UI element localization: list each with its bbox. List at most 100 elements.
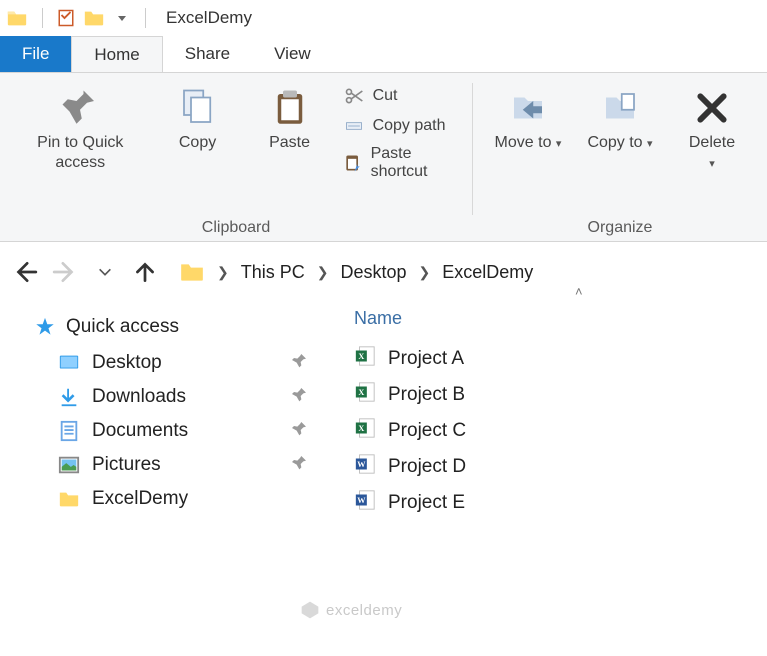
svg-text:X: X <box>358 388 364 397</box>
file-row[interactable]: X Project A <box>344 341 767 377</box>
ribbon-group-organize: Move to ▾ Copy to ▾ Delete ▾ Organize <box>477 81 763 241</box>
watermark: exceldemy <box>300 600 402 620</box>
sidebar-item-documents[interactable]: Documents <box>34 414 334 448</box>
folder-icon <box>179 259 205 285</box>
ribbon-tabs: File Home Share View <box>0 36 767 72</box>
file-name: Project E <box>388 492 465 514</box>
separator <box>42 8 43 28</box>
content-area: ˄ Name XProject AXProject BXProject CWPr… <box>344 302 767 521</box>
recent-locations-button[interactable] <box>90 257 120 287</box>
file-row[interactable]: X Project B <box>344 377 767 413</box>
sidebar-item-downloads[interactable]: Downloads <box>34 380 334 414</box>
tab-share[interactable]: Share <box>163 36 252 72</box>
clipboard-small-buttons: Cut Copy path Paste shortcut <box>343 81 457 181</box>
window-title: ExcelDemy <box>166 8 252 28</box>
word-icon: W <box>354 453 376 481</box>
sidebar-item-label: Desktop <box>92 352 162 374</box>
navigation-bar: ❯ This PC ❯ Desktop ❯ ExcelDemy <box>0 242 767 302</box>
copy-to-icon <box>599 85 641 131</box>
pictures-icon <box>58 454 80 476</box>
back-button[interactable] <box>10 257 40 287</box>
move-to-label: Move to <box>495 134 552 151</box>
documents-icon <box>58 420 80 442</box>
scissors-icon <box>343 85 365 107</box>
pin-to-quick-access-button[interactable]: Pin to Quick access <box>16 81 145 173</box>
sidebar-item-label: Downloads <box>92 386 186 408</box>
chevron-right-icon[interactable]: ❯ <box>317 264 329 281</box>
breadcrumb-this-pc[interactable]: This PC <box>241 262 305 283</box>
chevron-down-icon: ▾ <box>556 138 562 150</box>
file-row[interactable]: X Project C <box>344 413 767 449</box>
copy-button[interactable]: Copy <box>159 81 237 153</box>
sidebar-item-label: Documents <box>92 420 188 442</box>
pin-icon <box>292 352 308 374</box>
sidebar-item-exceldemy[interactable]: ExcelDemy <box>34 482 334 516</box>
chevron-down-icon[interactable] <box>113 9 131 27</box>
paste-shortcut-label: Paste shortcut <box>371 145 457 181</box>
copy-to-label: Copy to <box>587 134 642 151</box>
delete-label: Delete <box>689 134 735 151</box>
new-folder-icon[interactable] <box>83 7 105 29</box>
pin-label: Pin to Quick access <box>20 133 141 173</box>
sidebar-item-label: ExcelDemy <box>92 488 188 510</box>
chevron-right-icon[interactable]: ❯ <box>419 264 431 281</box>
ribbon: Pin to Quick access Copy Paste <box>0 72 767 242</box>
delete-button[interactable]: Delete ▾ <box>673 81 751 173</box>
chevron-down-icon: ▾ <box>709 158 715 170</box>
paste-button[interactable]: Paste <box>251 81 329 153</box>
chevron-down-icon: ▾ <box>647 138 653 150</box>
column-header-name[interactable]: Name <box>354 308 402 329</box>
paste-shortcut-button[interactable]: Paste shortcut <box>343 145 457 181</box>
up-button[interactable] <box>130 257 160 287</box>
quick-access-label: Quick access <box>66 316 179 338</box>
excel-icon: X <box>354 381 376 409</box>
sidebar-quick-access[interactable]: Quick access <box>34 316 334 338</box>
excel-icon: X <box>354 345 376 373</box>
word-icon: W <box>354 489 376 517</box>
file-name: Project C <box>388 420 466 442</box>
file-row[interactable]: WProject D <box>344 449 767 485</box>
svg-text:X: X <box>358 352 364 361</box>
watermark-text: exceldemy <box>326 602 402 619</box>
organize-group-label: Organize <box>588 213 653 241</box>
ribbon-group-clipboard: Pin to Quick access Copy Paste <box>4 81 468 241</box>
sidebar-item-pictures[interactable]: Pictures <box>34 448 334 482</box>
chevron-right-icon[interactable]: ❯ <box>217 264 229 281</box>
file-list: X Project A X Project B X Project C WProject D… <box>344 341 767 521</box>
forward-button[interactable] <box>50 257 80 287</box>
pin-icon <box>292 420 308 442</box>
address-bar[interactable]: ❯ This PC ❯ Desktop ❯ ExcelDemy <box>170 254 757 290</box>
copy-path-button[interactable]: Copy path <box>343 115 457 137</box>
tab-view[interactable]: View <box>252 36 333 72</box>
file-name: Project B <box>388 384 465 406</box>
copy-path-icon <box>343 115 365 137</box>
move-to-button[interactable]: Move to ▾ <box>489 81 567 153</box>
cut-label: Cut <box>373 87 398 105</box>
breadcrumb-desktop[interactable]: Desktop <box>340 262 406 283</box>
logo-icon <box>300 600 320 620</box>
sort-indicator-icon[interactable]: ˄ <box>575 284 583 299</box>
pin-icon <box>59 85 101 131</box>
copy-label: Copy <box>179 133 216 153</box>
move-to-icon <box>507 85 549 131</box>
paste-shortcut-icon <box>343 152 363 174</box>
svg-text:W: W <box>357 496 366 505</box>
folder-icon <box>58 488 80 510</box>
file-row[interactable]: W Project E <box>344 485 767 521</box>
pin-icon <box>292 454 308 476</box>
copy-to-button[interactable]: Copy to ▾ <box>581 81 659 153</box>
tab-file[interactable]: File <box>0 36 71 72</box>
copy-icon <box>177 85 219 131</box>
tab-home[interactable]: Home <box>71 36 162 72</box>
breadcrumb-exceldemy[interactable]: ExcelDemy <box>442 262 533 283</box>
sidebar: Quick access Desktop Downloads Documents <box>0 302 344 521</box>
file-name: Project A <box>388 348 464 370</box>
excel-icon: X <box>354 417 376 445</box>
sidebar-item-label: Pictures <box>92 454 161 476</box>
copy-path-label: Copy path <box>373 117 446 135</box>
sidebar-item-desktop[interactable]: Desktop <box>34 346 334 380</box>
title-bar: ExcelDemy <box>0 0 767 36</box>
ribbon-separator <box>472 83 473 215</box>
properties-icon[interactable] <box>57 9 75 27</box>
cut-button[interactable]: Cut <box>343 85 457 107</box>
